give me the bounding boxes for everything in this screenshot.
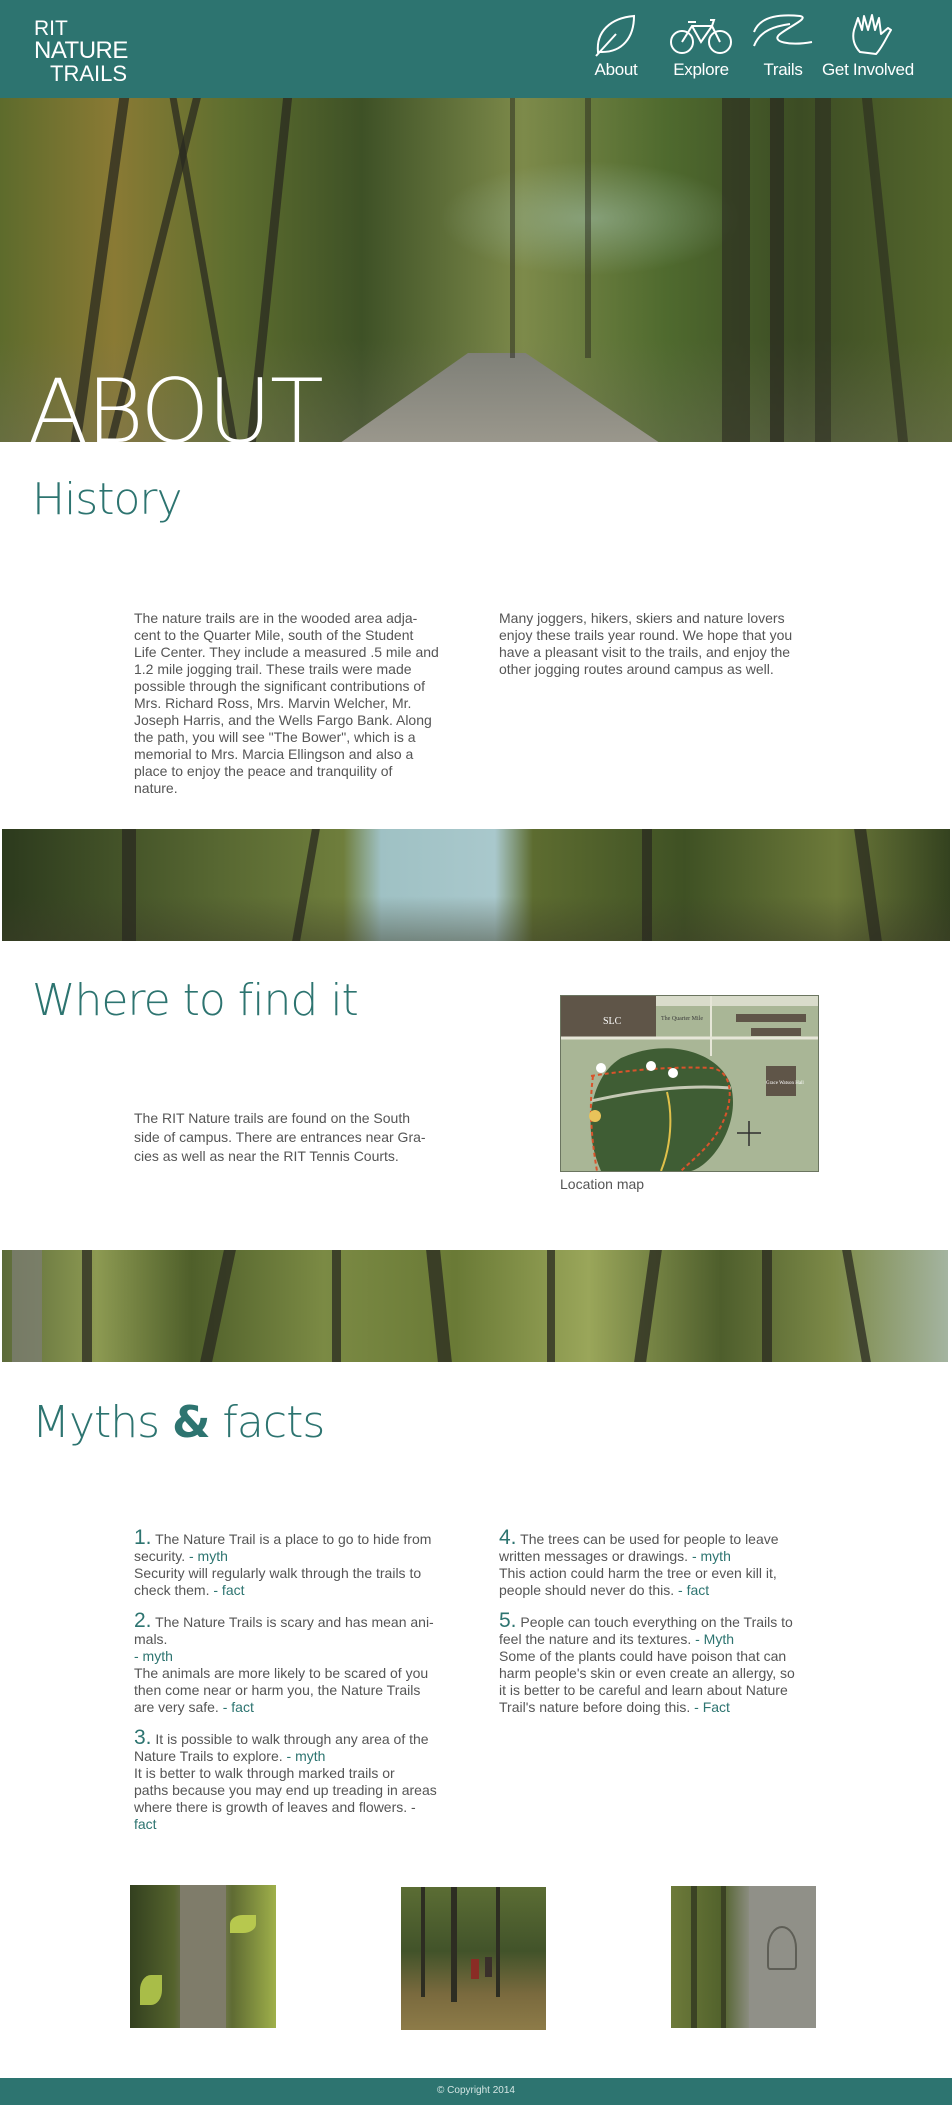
nav-trails[interactable]: Trails [750, 12, 816, 80]
photo-tree-leaves [130, 1885, 276, 2028]
location-map[interactable]: SLC The Quarter Mile Grace Watson Hall [560, 995, 819, 1172]
history-col-1: The nature trails are in the wooded area… [134, 610, 439, 796]
leaf-icon [595, 14, 636, 57]
copyright-text: © Copyright 2014 [437, 2085, 515, 2096]
nav-get-involved[interactable]: Get Involved [822, 12, 920, 80]
logo-line-2: NATURE [34, 37, 128, 64]
where-heading: Where to find it [32, 975, 359, 1026]
hero-path [340, 353, 660, 442]
nav-get-involved-label: Get Involved [822, 60, 914, 79]
trail-icon [753, 14, 813, 47]
logo-line-1: RIT [34, 17, 68, 40]
history-col-2: Many joggers, hikers, skiers and nature … [499, 610, 793, 677]
nav-explore-label: Explore [673, 60, 729, 79]
history-heading: History [32, 474, 183, 525]
hand-icon [852, 14, 892, 55]
site-logo[interactable]: RIT NATURE TRAILS [34, 18, 128, 85]
map-label-quarter-mile: The Quarter Mile [661, 1016, 703, 1022]
myths-heading: Myths & facts [32, 1397, 325, 1448]
photo-forest-people [401, 1887, 546, 2030]
photo-carved-tree [671, 1886, 816, 2028]
map-graphic: SLC The Quarter Mile Grace Watson Hall [561, 996, 818, 1171]
bicycle-icon [670, 19, 732, 54]
nav-trails-label: Trails [763, 60, 803, 79]
myth-item-4: 4. The trees can be used for people to l… [499, 1526, 779, 1598]
map-label-slc: SLC [603, 1016, 622, 1027]
myth-item-2: 2. The Nature Trails is scary and has me… [134, 1609, 434, 1715]
map-label-gracies: Grace Watson Hall [766, 1081, 804, 1086]
myth-item-3: 3. It is possible to walk through any ar… [134, 1726, 437, 1832]
nav-explore[interactable]: Explore [668, 12, 734, 80]
nav-about[interactable]: About [592, 12, 640, 80]
hero-title: ABOUT [28, 360, 324, 463]
map-caption: Location map [560, 1176, 645, 1192]
forest-strip-1 [2, 829, 950, 941]
myth-item-1: 1. The Nature Trail is a place to go to … [134, 1526, 432, 1598]
myth-item-5: 5. People can touch everything on the Tr… [499, 1609, 795, 1715]
where-text: The RIT Nature trails are found on the S… [134, 1110, 426, 1164]
forest-strip-2 [2, 1250, 948, 1362]
logo-line-3: TRAILS [50, 61, 128, 86]
nav-about-label: About [594, 60, 638, 79]
